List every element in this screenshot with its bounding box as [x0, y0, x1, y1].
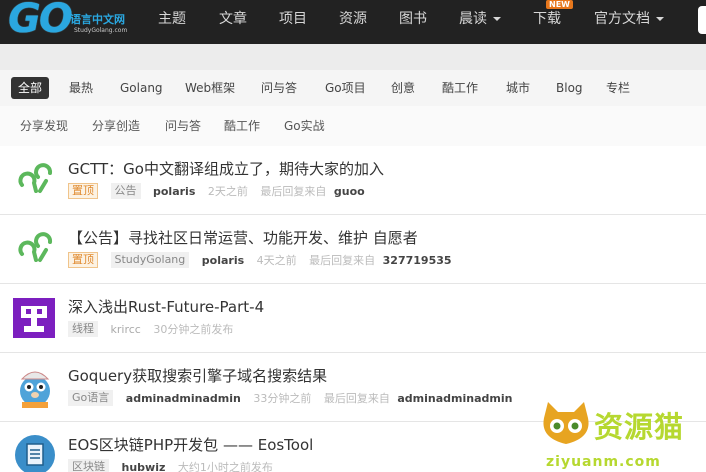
document-avatar[interactable] — [12, 432, 58, 472]
tab-ideas[interactable]: 创意 — [388, 77, 418, 99]
topic-title[interactable]: 深入浅出Rust-Future-Part-4 — [68, 296, 264, 317]
tab-qa[interactable]: 问与答 — [258, 77, 300, 99]
post-time: 4天之前 — [256, 254, 297, 267]
nav-resources[interactable]: 资源 — [339, 0, 367, 40]
nav-download[interactable]: 下载 — [533, 0, 561, 40]
list-item[interactable]: GCTT：Go中文翻译组成立了，期待大家的加入 置顶 公告 polaris 2天… — [0, 146, 706, 215]
author-link[interactable]: polaris — [153, 185, 195, 198]
watermark: 资源猫 ziyuanm.com — [538, 396, 706, 472]
search-input[interactable] — [698, 6, 706, 34]
subcategory-tabs: 分享发现 分享创造 问与答 酷工作 Go实战 — [0, 106, 706, 147]
watermark-url: ziyuanm.com — [546, 454, 661, 470]
author-link[interactable]: polaris — [202, 254, 244, 267]
pinned-badge: 置顶 — [68, 252, 98, 268]
nav-docs-label: 官方文档 — [594, 11, 650, 27]
logo-site: StudyGolang.com — [74, 27, 128, 34]
watermark-text: 资源猫 — [594, 410, 685, 444]
last-reply-label: 最后回复来自 — [323, 392, 390, 405]
tab-web-framework[interactable]: Web框架 — [182, 77, 238, 99]
category-tabs: 全部 最热 Golang Web框架 问与答 Go项目 创意 酷工作 城市 Bl… — [0, 70, 706, 106]
topic-meta: 置顶 公告 polaris 2天之前 最后回复来自 guoo — [68, 183, 374, 199]
last-reply-user[interactable]: 327719535 — [383, 254, 452, 267]
list-item[interactable]: 【公告】寻找社区日常运营、功能开发、维护 自愿者 置顶 StudyGolang … — [0, 215, 706, 284]
chevron-down-icon — [493, 17, 501, 21]
subtab-share-discovery[interactable]: 分享发现 — [20, 117, 68, 134]
author-link[interactable]: hubwiz — [122, 461, 166, 472]
tab-columns[interactable]: 专栏 — [603, 77, 633, 99]
logo-name: 语言中文网 — [70, 13, 125, 26]
pixel-avatar[interactable] — [12, 295, 58, 341]
gopher-avatar[interactable] — [12, 363, 58, 409]
tab-golang[interactable]: Golang — [117, 77, 166, 99]
topic-meta: 置顶 StudyGolang polaris 4天之前 最后回复来自 32771… — [68, 252, 461, 268]
subtab-jobs[interactable]: 酷工作 — [224, 117, 260, 134]
nav-docs[interactable]: 官方文档 — [594, 0, 664, 40]
logo-mark: GO — [8, 0, 73, 42]
topic-meta: 线程 krircc 30分钟之前发布 — [68, 321, 242, 337]
nav-articles[interactable]: 文章 — [219, 0, 247, 40]
post-time: 33分钟之前 — [253, 392, 312, 405]
nav-projects[interactable]: 项目 — [279, 0, 307, 40]
gopher-logo-avatar[interactable] — [12, 157, 58, 203]
site-logo[interactable]: GO 语言中文网 StudyGolang.com — [8, 0, 128, 44]
cat-logo-icon — [543, 402, 589, 444]
subtab-share-creation[interactable]: 分享创造 — [92, 117, 140, 134]
subtab-go-practice[interactable]: Go实战 — [284, 117, 325, 134]
post-time: 30分钟之前发布 — [153, 323, 234, 336]
node-tag[interactable]: 线程 — [68, 321, 98, 337]
post-time: 2天之前 — [207, 185, 248, 198]
last-reply-user[interactable]: adminadminadmin — [397, 392, 512, 405]
gopher-logo-avatar[interactable] — [12, 226, 58, 272]
nav-morning-read[interactable]: 晨读 — [459, 0, 501, 40]
nav-topics[interactable]: 主题 — [158, 0, 186, 40]
node-tag[interactable]: StudyGolang — [110, 252, 190, 268]
topic-title[interactable]: GCTT：Go中文翻译组成立了，期待大家的加入 — [68, 158, 384, 179]
pinned-badge: 置顶 — [68, 183, 98, 199]
last-reply-label: 最后回复来自 — [260, 185, 327, 198]
tab-all[interactable]: 全部 — [11, 77, 50, 99]
author-link[interactable]: adminadminadmin — [126, 392, 241, 405]
topic-title[interactable]: 【公告】寻找社区日常运营、功能开发、维护 自愿者 — [68, 227, 418, 248]
post-time: 大约1小时之前发布 — [177, 461, 273, 472]
node-tag[interactable]: 公告 — [110, 183, 141, 199]
node-tag[interactable]: 区块链 — [68, 459, 109, 472]
list-item[interactable]: 深入浅出Rust-Future-Part-4 线程 krircc 30分钟之前发… — [0, 284, 706, 353]
tab-jobs[interactable]: 酷工作 — [439, 77, 481, 99]
subtab-qa[interactable]: 问与答 — [165, 117, 201, 134]
tab-city[interactable]: 城市 — [503, 77, 533, 99]
nav-morning-read-label: 晨读 — [459, 11, 487, 27]
chevron-down-icon — [656, 17, 664, 21]
top-navbar: GO 语言中文网 StudyGolang.com 主题 文章 项目 资源 图书 … — [0, 0, 706, 44]
topic-title[interactable]: EOS区块链PHP开发包 —— EosTool — [68, 434, 313, 455]
topic-meta: Go语言 adminadminadmin 33分钟之前 最后回复来自 admin… — [68, 390, 521, 406]
nav-books[interactable]: 图书 — [399, 0, 427, 40]
tab-go-projects[interactable]: Go项目 — [322, 77, 369, 99]
tab-hot[interactable]: 最热 — [66, 77, 96, 99]
topic-meta: 区块链 hubwiz 大约1小时之前发布 — [68, 459, 282, 472]
node-tag[interactable]: Go语言 — [68, 390, 114, 406]
last-reply-user[interactable]: guoo — [334, 185, 365, 198]
last-reply-label: 最后回复来自 — [309, 254, 376, 267]
tab-blog[interactable]: Blog — [553, 77, 586, 99]
topic-title[interactable]: Goquery获取搜索引擎子域名搜索结果 — [68, 365, 327, 386]
author-link[interactable]: krircc — [111, 323, 141, 336]
